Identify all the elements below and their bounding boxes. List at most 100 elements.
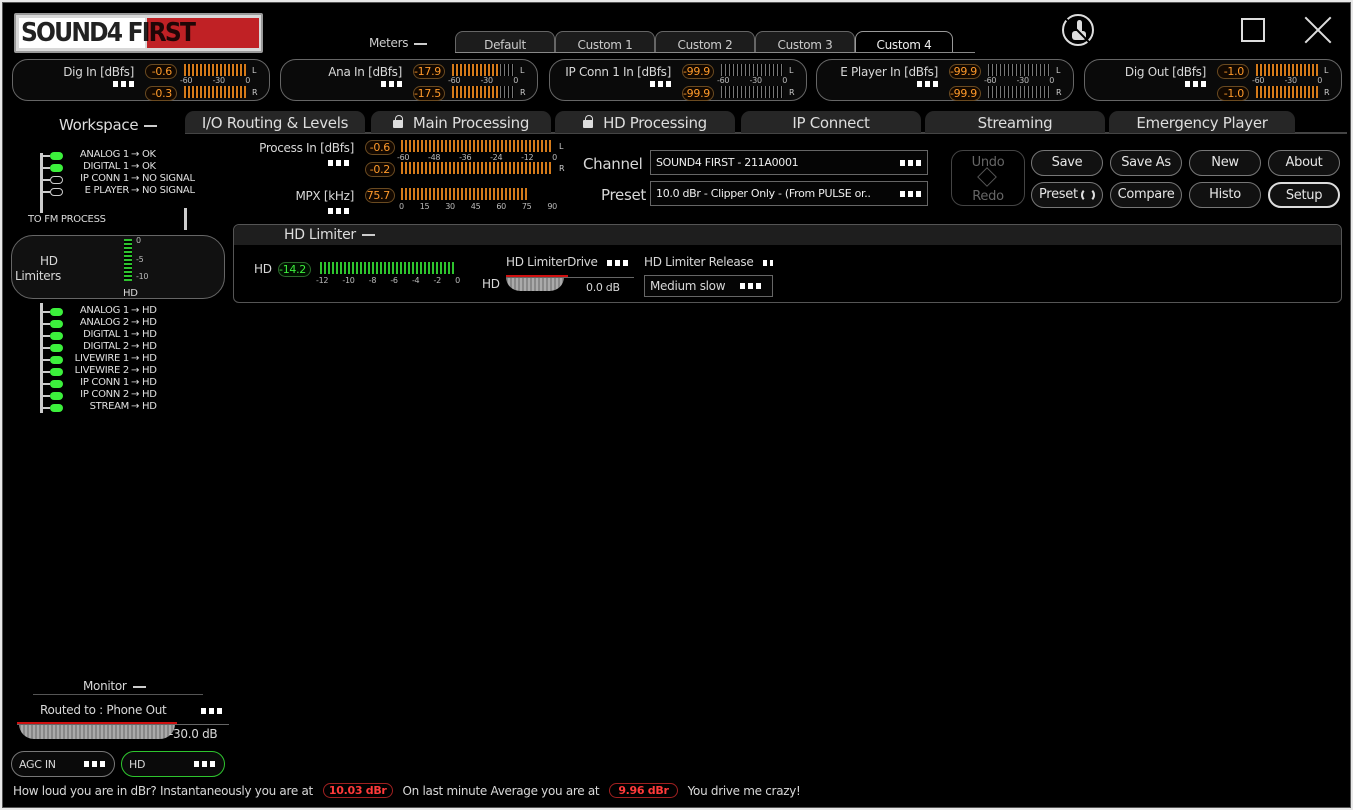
main-tab-6[interactable]: Emergency Player [1109,111,1295,133]
top-meter-r-value: -99.9 [949,86,981,101]
about-button[interactable]: About [1268,150,1340,176]
top-meter-l-value: -99.9 [949,64,981,79]
meter-tab-3[interactable]: Custom 2 [655,31,755,53]
top-meter-label: Dig In [dBfs] [63,65,134,79]
main-tab-1[interactable]: I/O Routing & Levels [185,111,365,133]
hd-drive-knob[interactable] [506,275,568,295]
route-connector [40,407,50,409]
touch-disabled-icon[interactable] [1062,14,1094,46]
main-tab-2[interactable]: Main Processing [371,111,551,133]
save-button[interactable]: Save [1031,150,1103,176]
channel-field[interactable]: SOUND4 FIRST - 211A0001 [650,150,928,175]
top-meter-scale-tick: -60 [717,76,730,85]
route-row: ANALOG 1 [63,305,129,316]
redo-button[interactable]: Redo [952,189,1024,204]
compare-button[interactable]: Compare [1110,182,1182,208]
top-meter-3[interactable]: IP Conn 1 In [dBfs] -99.9 -99.9 L R -60 -30 0 [549,59,807,101]
input-status-text: NO SIGNAL [141,173,195,184]
setup-button[interactable]: Setup [1268,182,1340,208]
meter-tab-2[interactable]: Custom 1 [555,31,655,53]
route-row: STREAM [63,401,130,412]
scale-tick: 0 [455,276,460,285]
input-connector [40,179,50,181]
main-tab-4[interactable]: IP Connect [741,111,921,133]
save-as-button[interactable]: Save As [1110,150,1182,176]
hd-release-dropdown[interactable]: Medium slow [644,275,773,297]
top-meter-l-letter: L [1056,66,1061,75]
arrow-icon: → [131,173,142,184]
top-meter-l-letter: L [789,66,794,75]
monitor-label[interactable]: Monitor [83,679,146,693]
route-dest: → HD [131,329,157,340]
top-meter-4[interactable]: E Player In [dBfs] -99.9 -99.9 L R -60 -30 0 [816,59,1074,101]
hd-drive-label: HD LimiterDrive [506,255,630,269]
sound4-logo: SOUND4 FIRST [14,13,263,53]
top-meter-5[interactable]: Dig Out [dBfs] -1.0 -1.0 L R -60 -30 0 [1084,59,1342,101]
meter-tab-5[interactable]: Custom 4 [855,31,953,53]
preset-button[interactable]: Preset [1031,182,1103,208]
top-meter-options[interactable] [650,81,672,87]
input-name: E PLAYER [84,185,130,196]
route-name: ANALOG 1 [79,305,129,316]
top-meter-label: Ana In [dBfs] [328,65,402,79]
meters-label[interactable]: Meters [369,36,428,50]
arrow-icon: → [131,305,142,316]
hd-limiter-panel: HD Limiter HD -14.2 -12 -10 -8 -6 -4 -2 0 HD L… [233,224,1342,303]
top-meter-label: IP Conn 1 In [dBfs] [565,65,671,79]
agc-in-button[interactable]: AGC IN [11,751,115,777]
top-meter-options[interactable] [1185,81,1207,87]
hd-gr-meter [320,262,456,274]
monitor-level-knob[interactable] [17,722,177,742]
top-meter-r-letter: R [252,88,258,97]
top-meter-scale: -60 -30 0 [717,76,787,85]
preset-field[interactable]: 10.0 dBr - Clipper Only - (From PULSE or… [650,181,928,206]
hd-release-label: HD Limiter Release [644,255,773,269]
top-meter-options[interactable] [917,81,939,87]
histo-button[interactable]: Histo [1189,182,1261,208]
close-icon[interactable] [1303,15,1333,45]
arrow-icon: → [131,341,142,352]
monitor-level-value: -30.0 dB [169,727,218,741]
top-meter-scale-tick: 0 [782,76,787,85]
top-meter-r-bar [184,86,246,98]
mpx-scale: 0 15 30 45 60 75 90 [399,202,557,211]
main-tab-label: Streaming [977,114,1053,132]
main-tab-3[interactable]: HD Processing [555,111,735,133]
main-tab-5[interactable]: Streaming [925,111,1105,133]
top-meter-2[interactable]: Ana In [dBfs] -17.9 -17.5 L R -60 -30 0 [280,59,538,101]
hd-limiters-block[interactable]: HD Limiters 0 -5 -10 HD [11,235,225,299]
input-status-led [50,176,63,184]
meter-tab-4[interactable]: Custom 3 [755,31,855,53]
route-name: DIGITAL 1 [83,329,129,340]
new-button[interactable]: New [1189,150,1261,176]
top-meter-scale-tick: -60 [448,76,461,85]
maximize-icon[interactable] [1241,18,1265,42]
scale-tick: 90 [547,202,557,211]
top-meter-r-bar [452,86,500,98]
hd-button[interactable]: HD [121,751,225,777]
arrow-icon: → [131,161,142,172]
scale-tick: -24 [490,153,503,162]
top-meter-r-rest [500,86,514,98]
monitor-options[interactable] [201,703,223,717]
top-meter-options[interactable] [381,81,403,87]
process-in-l-letter: L [559,142,564,151]
footer-question: How loud you are in dBr? Instantaneously… [13,783,313,798]
meter-tab-1[interactable]: Default [455,31,555,53]
channel-label: Channel [583,155,643,173]
top-meter-options[interactable] [113,81,135,87]
input-status: → NO SIGNAL [131,173,195,184]
route-dest: → HD [131,305,157,316]
scale-tick: 15 [419,202,430,211]
hd-limiter-title[interactable]: HD Limiter [284,227,375,243]
workspace-label[interactable]: Workspace [59,116,158,134]
top-meter-scale-tick: 0 [1049,76,1054,85]
arrow-icon: → [131,185,142,196]
footer-average-value: 9.96 dBr [609,783,678,798]
top-meter-1[interactable]: Dig In [dBfs] -0.6 -0.3 L R -60 -30 0 [12,59,270,101]
route-dest-text: HD [141,401,157,412]
scale-tick: -36 [459,153,472,162]
hd-limiters-meter-label: HD [123,288,138,299]
main-tab-label: Main Processing [412,114,530,132]
process-in-r-meter [401,162,553,174]
